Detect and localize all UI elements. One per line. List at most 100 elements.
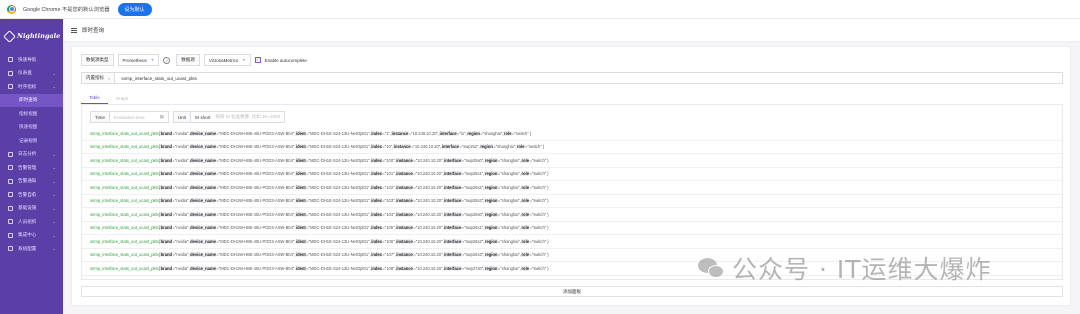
label-key: index bbox=[370, 198, 383, 204]
sidebar-item-label: 快速导航 bbox=[18, 56, 37, 62]
sidebar-nav: 快速导航 仪表盘 ⌄ 时序指标 ⌄ 即时查询 指标视图 快速视图 记录规则 日志分析 ⌄ 告警管理 ⌄ 告… bbox=[0, 53, 63, 256]
label-value: MDC-DH1E-S24-13U-NetOpt01 bbox=[310, 225, 369, 231]
sidebar-item[interactable]: 仪表盘 ⌄ bbox=[0, 67, 63, 81]
metric-name: snmp_interface_stats_out_ucast_pkts bbox=[90, 184, 159, 190]
sidebar-item[interactable]: 基础设施 ⌄ bbox=[0, 202, 63, 216]
label-key: brand bbox=[160, 265, 173, 271]
label-key: ident bbox=[295, 171, 307, 177]
label-key: ident bbox=[295, 265, 307, 271]
time-input[interactable]: Evaluation time ▦ bbox=[110, 114, 168, 120]
label-key: interface bbox=[443, 157, 462, 163]
datasource-type-select[interactable]: Prometheus ▼ bbox=[117, 54, 160, 66]
sidebar-subitem[interactable]: 即时查询 bbox=[0, 93, 63, 107]
label-value: swp2s2 bbox=[463, 144, 478, 150]
label-key: index bbox=[370, 238, 383, 244]
label-key: region bbox=[484, 238, 498, 244]
datasource-select[interactable]: VictoriaMetrics ▼ bbox=[203, 54, 251, 66]
tab-table[interactable]: Table bbox=[81, 92, 108, 104]
label-key: ident bbox=[295, 252, 307, 258]
sidebar-item-label: 仪表盘 bbox=[18, 70, 32, 76]
label-key: device_name bbox=[189, 238, 217, 244]
label-value: switch bbox=[533, 238, 545, 244]
set-default-button[interactable]: 设为默认 bbox=[117, 2, 152, 16]
metric-name: snmp_interface_stats_out_ucast_pkts bbox=[90, 171, 159, 177]
label-value: MDC-DH1E-S24-13U-NetOpt01 bbox=[310, 130, 369, 136]
help-icon[interactable]: ? bbox=[163, 56, 171, 64]
label-value: nvidia bbox=[176, 171, 188, 177]
label-key: index bbox=[370, 252, 383, 258]
label-value: MDC-DH1W-HB5-40U-POD3-ASW-B04 bbox=[220, 144, 293, 150]
label-key: interface bbox=[443, 171, 462, 177]
label-value: switch bbox=[533, 198, 545, 204]
label-value: nvidia bbox=[176, 198, 188, 204]
label-value: 10.240.10.20 bbox=[414, 144, 439, 150]
label-value: MDC-DH1W-HB5-40U-POD3-ASW-B04 bbox=[220, 198, 293, 204]
label-key: ident bbox=[295, 238, 307, 244]
label-key: device_name bbox=[189, 225, 217, 231]
label-key: instance bbox=[395, 171, 414, 177]
sidebar-item[interactable]: 日志分析 ⌄ bbox=[0, 148, 63, 162]
sidebar-item[interactable]: 人员组织 ⌄ bbox=[0, 215, 63, 229]
label-value: 106 bbox=[386, 238, 394, 244]
label-value: swp27s0 bbox=[465, 265, 482, 271]
label-key: device_name bbox=[189, 157, 217, 163]
label-value: shanghai bbox=[501, 238, 519, 244]
unit-hint: 按照 SI 标准换算, 比如 1K=1000 bbox=[215, 114, 281, 119]
sidebar-subitem[interactable]: 记录规则 bbox=[0, 134, 63, 148]
label-key: role bbox=[503, 130, 512, 136]
label-key: device_name bbox=[189, 130, 217, 136]
metric-name: snmp_interface_stats_out_ucast_pkts bbox=[90, 252, 159, 258]
label-key: ident bbox=[295, 157, 307, 163]
label-key: device_name bbox=[189, 265, 217, 271]
autocomplete-checkbox[interactable]: ✓ bbox=[254, 57, 261, 63]
label-key: brand bbox=[160, 211, 173, 217]
sidebar-subitem[interactable]: 指标视图 bbox=[0, 107, 63, 121]
sidebar-item[interactable]: 系统配置 ⌄ bbox=[0, 242, 63, 256]
sidebar-item[interactable]: 告警管理 ⌄ bbox=[0, 161, 63, 175]
chevron-down-icon: ⌄ bbox=[52, 192, 56, 198]
label-value: switch bbox=[533, 225, 545, 231]
label-key: interface bbox=[443, 238, 462, 244]
builtin-metrics-button[interactable]: 内置指标 > bbox=[82, 73, 116, 83]
label-value: swp26s2 bbox=[465, 238, 482, 244]
label-value: nvidia bbox=[176, 265, 188, 271]
label-value: 103 bbox=[386, 198, 394, 204]
label-value: swp26s3 bbox=[465, 252, 482, 258]
promql-input[interactable]: snmp_interface_stats_out_ucast_pkts bbox=[115, 76, 197, 81]
label-key: instance bbox=[395, 238, 414, 244]
add-panel-button[interactable]: 添加面板 bbox=[81, 286, 1063, 297]
label-value: switch bbox=[533, 157, 545, 163]
label-key: brand bbox=[160, 171, 173, 177]
label-value: nvidia bbox=[176, 130, 188, 136]
label-key: interface bbox=[443, 265, 462, 271]
unit-field[interactable]: Unit SI short 按照 SI 标准换算, 比如 1K=1000 bbox=[172, 111, 286, 123]
sidebar-item[interactable]: 时序指标 ⌄ bbox=[0, 80, 63, 94]
tab-graph[interactable]: Graph bbox=[108, 92, 137, 104]
unit-select[interactable]: SI short 按照 SI 标准换算, 比如 1K=1000 bbox=[191, 114, 284, 120]
sidebar-item[interactable]: 快速导航 bbox=[0, 53, 63, 67]
label-value: MDC-DH1E-S24-13U-NetOpt01 bbox=[310, 144, 369, 150]
time-field[interactable]: Time Evaluation time ▦ bbox=[90, 111, 169, 123]
label-key: brand bbox=[160, 252, 173, 258]
label-key: role bbox=[520, 171, 530, 177]
datasource-row: 数据源类型 Prometheus ▼ ? 数据源 VictoriaMetrics… bbox=[81, 54, 307, 66]
sidebar-subitem[interactable]: 快速视图 bbox=[0, 121, 63, 135]
label-value: shanghai bbox=[501, 225, 519, 231]
label-value: 10.240.10.20 bbox=[417, 265, 442, 271]
time-placeholder: Evaluation time bbox=[113, 114, 145, 120]
sidebar-item[interactable]: 集成中心 ⌄ bbox=[0, 229, 63, 243]
nightingale-logo-icon bbox=[3, 29, 16, 43]
menu-icon[interactable] bbox=[71, 27, 77, 33]
promql-row: 内置指标 > snmp_interface_stats_out_ucast_pk… bbox=[81, 72, 1063, 84]
label-value: switch bbox=[533, 265, 545, 271]
sidebar-item-label: 基础设施 bbox=[18, 205, 37, 211]
metric-name: snmp_interface_stats_out_ucast_pkts bbox=[90, 238, 159, 244]
sidebar-item-label: 集成中心 bbox=[18, 232, 37, 238]
label-key: role bbox=[516, 144, 525, 150]
label-key: region bbox=[466, 130, 481, 136]
label-value: swp25s3 bbox=[465, 198, 482, 204]
logo[interactable]: Nightingale bbox=[0, 19, 63, 53]
sidebar-item[interactable]: 告警自愈 ⌄ bbox=[0, 188, 63, 202]
result-row: snmp_interface_stats_out_ucast_pkts { br… bbox=[82, 141, 1062, 154]
sidebar-item[interactable]: 告警通知 ⌄ bbox=[0, 175, 63, 189]
